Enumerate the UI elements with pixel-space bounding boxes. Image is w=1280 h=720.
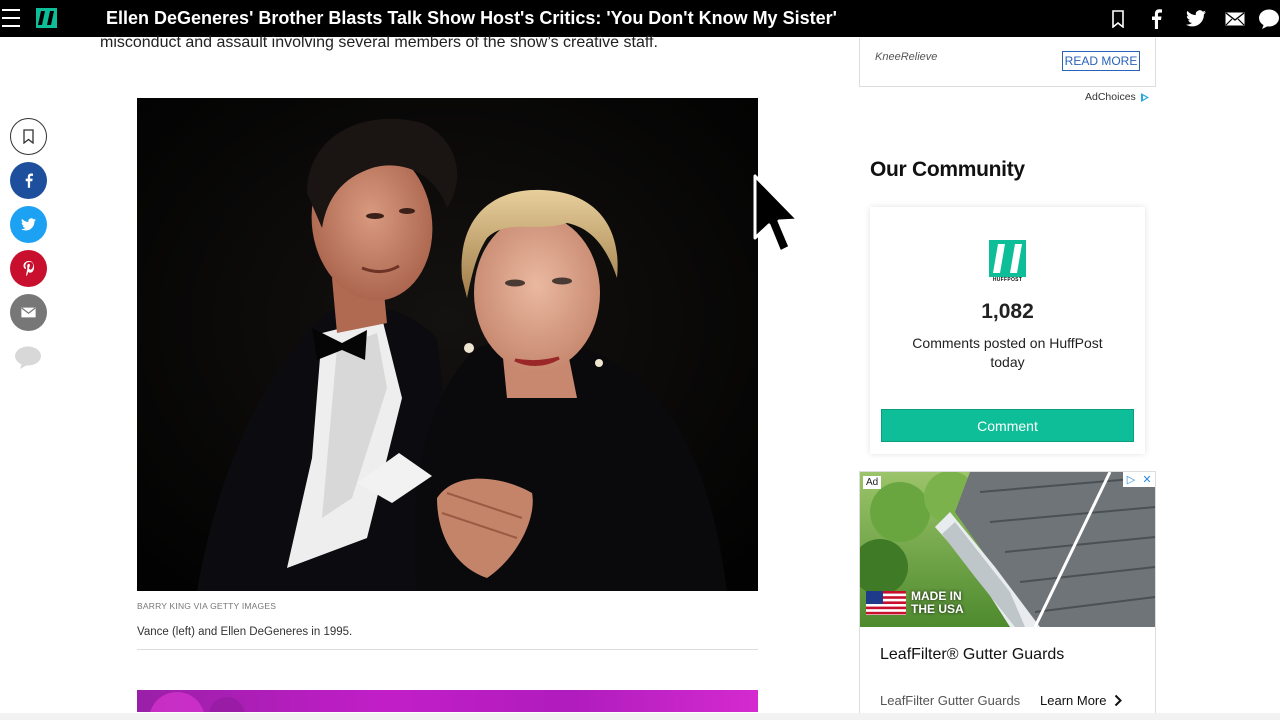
caption-divider bbox=[137, 649, 758, 650]
adchoices-icon[interactable]: ▷ bbox=[1123, 472, 1139, 487]
article-photo bbox=[137, 98, 758, 591]
article-body-text: misconduct and assault involving several… bbox=[100, 34, 658, 51]
comment-button[interactable]: Comment bbox=[881, 409, 1134, 442]
comment-count-label: Comments posted on HuffPost today bbox=[912, 335, 1103, 370]
mouse-cursor-icon bbox=[753, 174, 800, 254]
comment-icon bbox=[15, 346, 41, 369]
us-flag-icon bbox=[866, 591, 906, 615]
top-bar: Ellen DeGeneres' Brother Blasts Talk Sho… bbox=[0, 0, 1280, 37]
share-comment-button[interactable] bbox=[14, 346, 42, 370]
next-article-image bbox=[137, 690, 758, 712]
sponsored-ad-bottom[interactable]: Ad ▷ ✕ MADE IN THE USA LeafFilter® Gutte… bbox=[859, 471, 1156, 720]
ad-headline[interactable]: LeafFilter® Gutter Guards bbox=[880, 646, 1064, 664]
read-more-button[interactable]: READ MORE bbox=[1062, 51, 1140, 71]
learn-more-label: Learn More bbox=[1040, 693, 1107, 708]
adchoices-label: AdChoices bbox=[1085, 91, 1136, 103]
sponsored-ad-top[interactable]: KneeRelieve READ MORE bbox=[859, 38, 1156, 87]
photo-caption: Vance (left) and Ellen DeGeneres in 1995… bbox=[137, 626, 353, 638]
photo-credit: BARRY KING VIA GETTY IMAGES bbox=[137, 601, 277, 611]
hamburger-icon[interactable] bbox=[2, 9, 20, 27]
share-pinterest-button[interactable] bbox=[10, 250, 47, 287]
twitter-icon[interactable] bbox=[1176, 0, 1215, 37]
bookmark-icon bbox=[23, 129, 34, 144]
comment-icon[interactable] bbox=[1254, 0, 1280, 37]
facebook-icon bbox=[25, 173, 33, 188]
chevron-right-icon bbox=[1115, 694, 1123, 707]
community-card: HUFFPOST 1,082 Comments posted on HuffPo… bbox=[870, 207, 1145, 454]
ad-source: LeafFilter Gutter Guards bbox=[880, 693, 1021, 708]
close-icon[interactable]: ✕ bbox=[1139, 472, 1155, 487]
adchoices-icon bbox=[1140, 92, 1149, 102]
mail-icon[interactable] bbox=[1215, 0, 1254, 37]
ad-tag: Ad bbox=[863, 476, 882, 489]
top-share-icons bbox=[1098, 0, 1280, 37]
ad-brand: KneeRelieve bbox=[875, 51, 938, 63]
community-heading: Our Community bbox=[870, 158, 1025, 181]
sticky-headline: Ellen DeGeneres' Brother Blasts Talk Sho… bbox=[106, 8, 837, 28]
made-in-line2: THE USA bbox=[911, 602, 964, 616]
ad-controls: ▷ ✕ bbox=[1123, 472, 1155, 487]
huffpost-wordmark: HUFFPOST bbox=[992, 277, 1023, 283]
made-in-usa-badge: MADE IN THE USA bbox=[866, 590, 964, 616]
facebook-icon[interactable] bbox=[1137, 0, 1176, 37]
comment-count: 1,082 bbox=[981, 300, 1034, 323]
share-email-button[interactable] bbox=[10, 294, 47, 331]
twitter-icon bbox=[21, 218, 36, 231]
share-twitter-button[interactable] bbox=[10, 206, 47, 243]
bookmark-icon[interactable] bbox=[1098, 0, 1137, 37]
mail-icon bbox=[21, 307, 36, 318]
huffpost-logo[interactable] bbox=[36, 8, 57, 28]
learn-more-button[interactable]: Learn More bbox=[1040, 693, 1123, 708]
pinterest-icon bbox=[23, 261, 34, 276]
adchoices-link[interactable]: AdChoices bbox=[1085, 91, 1151, 103]
page-bottom-edge bbox=[0, 713, 1280, 720]
share-bookmark-button[interactable] bbox=[10, 118, 47, 155]
huffpost-logo bbox=[989, 240, 1026, 277]
share-facebook-button[interactable] bbox=[10, 162, 47, 199]
